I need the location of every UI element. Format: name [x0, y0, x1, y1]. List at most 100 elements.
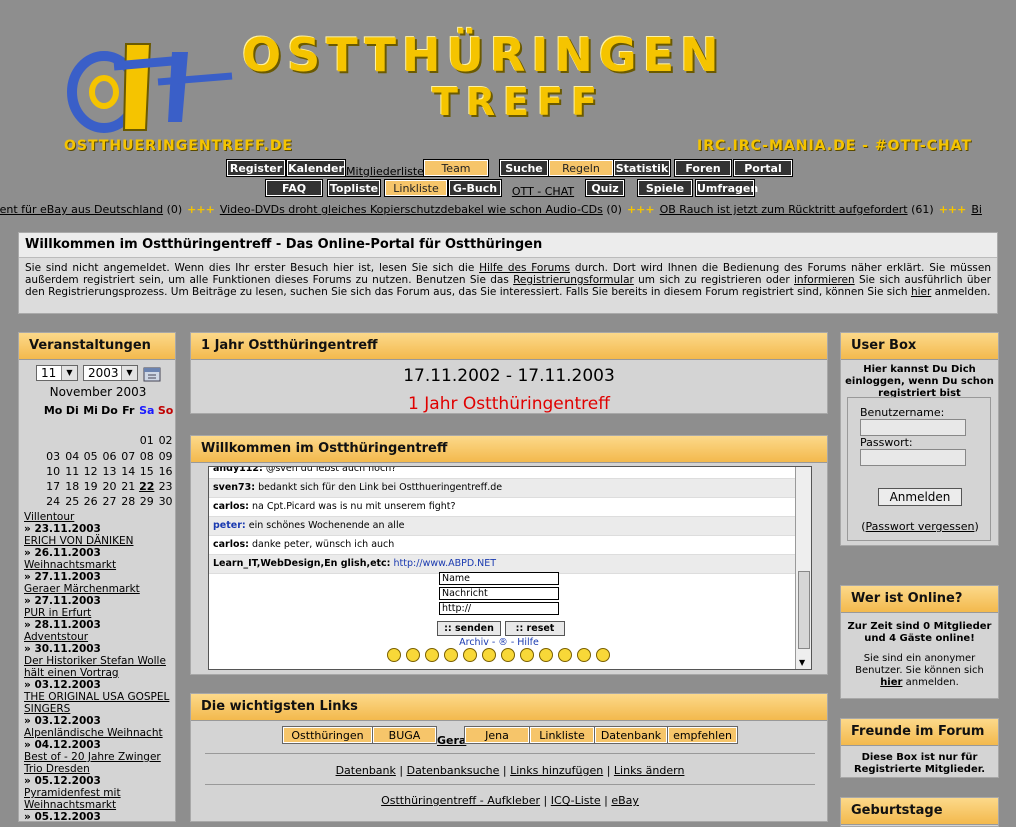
forgot-password-link[interactable]: Passwort vergessen [866, 520, 975, 533]
calendar-day[interactable]: 02 [156, 433, 175, 448]
month-select[interactable]: 11 ▼ [36, 365, 78, 381]
smiley-icon[interactable] [425, 648, 439, 662]
anon-login-link[interactable]: hier [880, 677, 902, 688]
calendar-day[interactable]: 15 [137, 464, 156, 479]
nav-ott-chat-button[interactable]: OTT - CHAT [508, 184, 578, 200]
forum-help-link[interactable]: Hilfe des Forums [479, 262, 570, 274]
login-here-link[interactable]: hier [911, 286, 931, 298]
calendar-day[interactable]: 07 [119, 449, 137, 464]
link-ebay[interactable]: eBay [611, 794, 639, 807]
calendar-day[interactable]: 01 [137, 433, 156, 448]
calendar-day[interactable]: 20 [100, 479, 119, 494]
nav-g-buch-button[interactable]: G-Buch [448, 179, 502, 197]
chat-reset-button[interactable]: :: reset [505, 621, 565, 636]
link-links-hinzufuegen[interactable]: Links hinzufügen [510, 764, 603, 777]
smiley-icon[interactable] [596, 648, 610, 662]
calendar-day[interactable]: 25 [63, 494, 81, 509]
calendar-day[interactable]: 18 [63, 479, 81, 494]
calendar-day[interactable]: 24 [43, 494, 63, 509]
smiley-icon[interactable] [558, 648, 572, 662]
link-cat-gera[interactable]: Gera [437, 733, 466, 749]
calendar-day[interactable]: 11 [63, 464, 81, 479]
calendar-day[interactable]: 08 [137, 449, 156, 464]
link-cat-jena[interactable]: Jena [464, 726, 530, 744]
smiley-icon[interactable] [501, 648, 515, 662]
ticker-item-link[interactable]: current für eBay aus Deutschland [0, 203, 163, 216]
smiley-icon[interactable] [539, 648, 553, 662]
ticker-item-link[interactable]: Bi [971, 203, 982, 216]
link-cat-datenbank[interactable]: Datenbank [594, 726, 668, 744]
shoutbox-frame[interactable]: andy112: @sven du lebst auch noch? sven73… [208, 466, 812, 670]
calendar-day[interactable]: 29 [137, 494, 156, 509]
nav-statistik-button[interactable]: Statistik [613, 159, 671, 177]
calendar-go-icon[interactable] [143, 366, 161, 382]
nav-kalender-button[interactable]: Kalender [286, 159, 346, 177]
registration-form-link[interactable]: Registrierungsformular [513, 274, 634, 286]
calendar-day[interactable]: 09 [156, 449, 175, 464]
calendar-day[interactable]: 22 [137, 479, 156, 494]
calendar-day[interactable]: 06 [100, 449, 119, 464]
nav-quiz-button[interactable]: Quiz [585, 179, 625, 197]
event-link[interactable]: Geraer Märchenmarkt [24, 583, 174, 595]
nav-topliste-button[interactable]: Topliste [327, 179, 381, 197]
nav-umfragen-button[interactable]: Umfragen [695, 179, 758, 197]
password-input[interactable] [860, 449, 966, 466]
calendar-day[interactable]: 26 [81, 494, 99, 509]
link-links-aendern[interactable]: Links ändern [614, 764, 685, 777]
calendar-day[interactable]: 19 [81, 479, 99, 494]
scroll-down-icon[interactable]: ▼ [799, 658, 805, 667]
calendar-day[interactable]: 04 [63, 449, 81, 464]
chat-scrollbar[interactable]: ▼ [795, 467, 811, 669]
smiley-icon[interactable] [577, 648, 591, 662]
calendar-day[interactable]: 16 [156, 464, 175, 479]
nav-register-button[interactable]: Register [226, 159, 286, 177]
event-link[interactable]: Der Historiker Stefan Wolle hält einen V… [24, 655, 174, 679]
calendar-day[interactable]: 27 [100, 494, 119, 509]
nav-suche-button[interactable]: Suche [499, 159, 549, 177]
calendar-day[interactable]: 28 [119, 494, 137, 509]
chat-url-link[interactable]: http://www.ABPD.NET [394, 558, 497, 569]
chat-send-button[interactable]: :: senden [437, 621, 501, 636]
calendar-day[interactable]: 21 [119, 479, 137, 494]
smiley-icon[interactable] [444, 648, 458, 662]
event-link[interactable]: Pyramidenfest mit Weihnachtsmarkt [24, 787, 174, 811]
link-datenbanksuche[interactable]: Datenbanksuche [407, 764, 500, 777]
link-icq-liste[interactable]: ICQ-Liste [551, 794, 601, 807]
nav-spiele-button[interactable]: Spiele [637, 179, 693, 197]
chat-url-input[interactable]: http:// [439, 602, 559, 615]
smiley-icon[interactable] [463, 648, 477, 662]
ott-logo-icon[interactable] [64, 30, 234, 135]
link-cat-ostthueringen[interactable]: Ostthüringen [282, 726, 373, 744]
calendar-day[interactable]: 10 [43, 464, 63, 479]
smiley-icon[interactable] [387, 648, 401, 662]
event-link[interactable]: THE ORIGINAL USA GOSPEL SINGERS [24, 691, 174, 715]
inform-link[interactable]: informieren [794, 274, 855, 286]
calendar-day[interactable]: 05 [81, 449, 99, 464]
ticker-item-link[interactable]: Video-DVDs droht gleiches Kopierschutzde… [220, 203, 603, 216]
calendar-day[interactable]: 13 [100, 464, 119, 479]
event-link[interactable]: Weihnachtsmarkt [24, 559, 174, 571]
chat-message-input[interactable]: Nachricht [439, 587, 559, 600]
scrollbar-thumb[interactable] [798, 571, 810, 649]
nav-team-button[interactable]: Team [423, 159, 489, 177]
link-ostthueringentreff-aufkleber[interactable]: Ostthüringentreff - Aufkleber [381, 794, 540, 807]
calendar-day[interactable]: 30 [156, 494, 175, 509]
event-link[interactable]: Villentour [24, 511, 174, 523]
nav-regeln-button[interactable]: Regeln [548, 159, 614, 177]
link-cat-empfehlen[interactable]: empfehlen [667, 726, 738, 744]
smiley-icon[interactable] [406, 648, 420, 662]
username-input[interactable] [860, 419, 966, 436]
link-datenbank[interactable]: Datenbank [336, 764, 396, 777]
chat-name-input[interactable]: Name [439, 572, 559, 585]
nav-mitgliederliste-button[interactable]: Mitgliederliste [346, 164, 424, 180]
event-link[interactable]: Best of - 20 Jahre Zwinger Trio Dresden [24, 751, 174, 775]
link-cat-linkliste[interactable]: Linkliste [529, 726, 595, 744]
calendar-day[interactable]: 12 [81, 464, 99, 479]
smiley-icon[interactable] [482, 648, 496, 662]
nav-linkliste-button[interactable]: Linkliste [384, 179, 448, 197]
calendar-day[interactable]: 14 [119, 464, 137, 479]
calendar-day[interactable]: 17 [43, 479, 63, 494]
link-cat-buga[interactable]: BUGA [372, 726, 437, 744]
nav-faq-button[interactable]: FAQ [265, 179, 323, 197]
ticker-item-link[interactable]: OB Rauch ist jetzt zum Rücktritt aufgefo… [660, 203, 908, 216]
